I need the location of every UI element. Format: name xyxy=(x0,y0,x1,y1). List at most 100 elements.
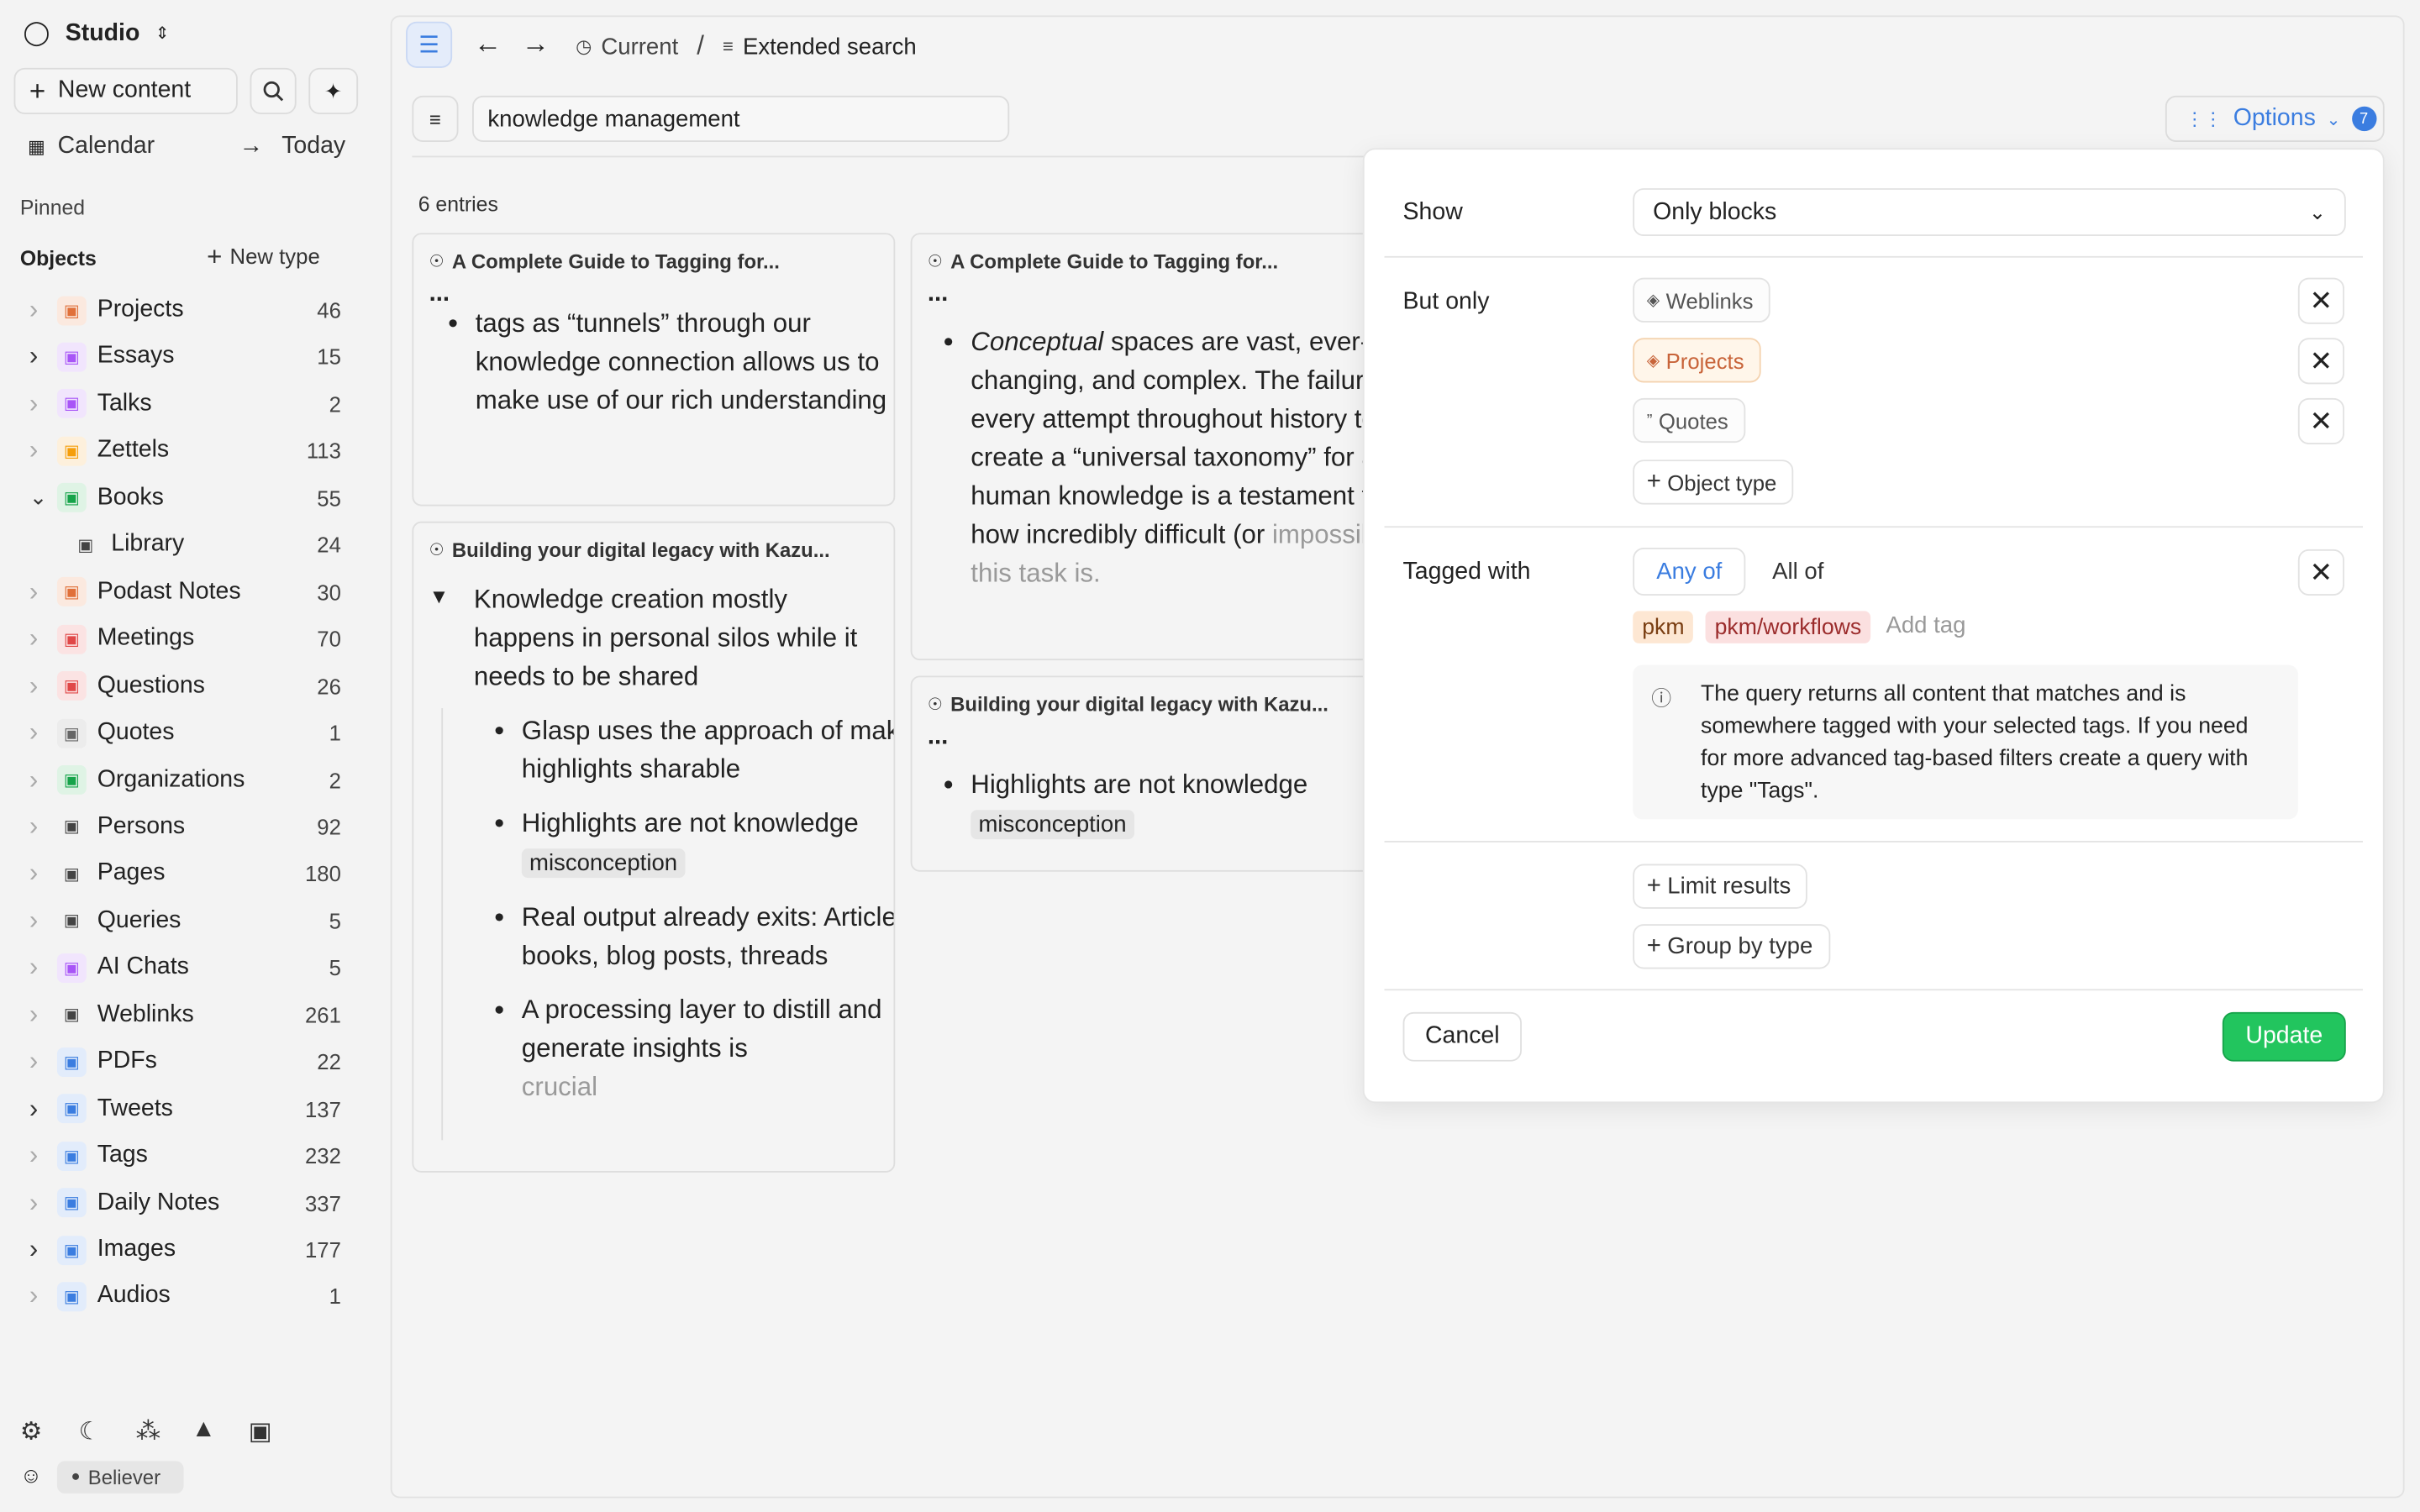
remove-object-type-button[interactable]: ✕ xyxy=(2297,397,2344,444)
object-type-chip[interactable]: ◈ Weblinks xyxy=(1633,277,1770,323)
sidebar-item-talks[interactable]: › ▣ Talks 2 xyxy=(0,381,375,427)
chevron-down-icon[interactable]: ⌄ xyxy=(29,485,48,511)
user-icon[interactable]: ☺ xyxy=(20,1462,42,1487)
chevron-right-icon[interactable]: › xyxy=(29,1000,45,1031)
chevron-right-icon[interactable]: › xyxy=(29,1234,45,1265)
search-button[interactable] xyxy=(250,67,297,114)
collapse-triangle-icon[interactable]: ▼ xyxy=(429,585,450,608)
sidebar-item-label: Organizations xyxy=(97,765,245,793)
chevron-right-icon[interactable]: › xyxy=(29,1140,45,1171)
tag-chip[interactable]: pkm xyxy=(1633,611,1694,643)
remove-object-type-button[interactable]: ✕ xyxy=(2297,277,2344,324)
new-content-button[interactable]: + New content xyxy=(13,67,238,114)
sidebar-item-count: 2 xyxy=(329,391,341,417)
chevron-right-icon[interactable]: › xyxy=(29,811,45,843)
sidebar-item-pdfs[interactable]: › ▣ PDFs 22 xyxy=(0,1038,375,1084)
chevron-right-icon[interactable]: › xyxy=(29,1094,45,1125)
sidebar-item-images[interactable]: › ▣ Images 177 xyxy=(0,1226,375,1273)
ai-sparkle-button[interactable]: ✦ xyxy=(308,67,359,114)
today-link[interactable]: → Today xyxy=(239,133,346,160)
query-type-button[interactable]: ≡ xyxy=(412,95,459,142)
limit-results-button[interactable]: + Limit results xyxy=(1633,864,1808,909)
sidebar-item-count: 177 xyxy=(305,1237,341,1263)
settings-icon[interactable]: ⚙ xyxy=(20,1416,42,1447)
plus-icon: + xyxy=(1646,872,1661,899)
sidebar-item-quotes[interactable]: › ▣ Quotes 1 xyxy=(0,710,375,756)
chevron-right-icon[interactable]: › xyxy=(29,764,45,795)
all-of-toggle[interactable]: All of xyxy=(1750,548,1846,596)
sidebar-item-organizations[interactable]: › ▣ Organizations 2 xyxy=(0,757,375,803)
sidebar-item-essays[interactable]: › ▣ Essays 15 xyxy=(0,334,375,381)
chevron-right-icon[interactable]: › xyxy=(29,1187,45,1218)
sidebar-item-weblinks[interactable]: › ▣ Weblinks 261 xyxy=(0,992,375,1038)
sidebar-item-label: Quotes xyxy=(97,718,175,746)
plan-badge[interactable]: ● Believer xyxy=(56,1461,184,1494)
graduation-cap-icon[interactable]: ▲ xyxy=(192,1416,216,1444)
result-card[interactable]: ☉ A Complete Guide to Tagging for... ... … xyxy=(910,233,1405,661)
update-button[interactable]: Update xyxy=(2222,1011,2346,1062)
close-icon: ✕ xyxy=(2309,344,2333,376)
sidebar-item-tweets[interactable]: › ▣ Tweets 137 xyxy=(0,1085,375,1131)
tag-chip[interactable]: pkm/workflows xyxy=(1705,611,1871,643)
chevron-right-icon[interactable]: › xyxy=(29,389,45,420)
result-card[interactable]: ☉ A Complete Guide to Tagging for... ... … xyxy=(412,233,896,507)
add-tag-input[interactable]: Add tag xyxy=(1886,612,1965,638)
chevron-right-icon[interactable]: › xyxy=(29,858,45,890)
library-icon: ▣ xyxy=(77,536,94,555)
sidebar-item-books[interactable]: ⌄ ▣ Books 55 xyxy=(0,475,375,521)
tag-icon: ▣ xyxy=(56,1141,87,1171)
sidebar-item-podast-notes[interactable]: › ▣ Podast Notes 30 xyxy=(0,569,375,615)
object-type-chip[interactable]: ◈ Projects xyxy=(1633,338,1761,383)
object-type-chip[interactable]: ” Quotes xyxy=(1633,397,1745,444)
sidebar-item-daily-notes[interactable]: › ▣ Daily Notes 337 xyxy=(0,1179,375,1226)
sidebar-item-persons[interactable]: › ▣ Persons 92 xyxy=(0,804,375,850)
group-by-type-button[interactable]: + Group by type xyxy=(1633,924,1830,969)
chevron-right-icon[interactable]: › xyxy=(29,436,45,467)
back-button[interactable]: ← xyxy=(474,28,502,60)
remove-object-type-button[interactable]: ✕ xyxy=(2297,338,2344,385)
lightbulb-icon: ▣ xyxy=(56,436,87,466)
add-object-type-button[interactable]: + Object type xyxy=(1633,459,1794,505)
sidebar-toggle-button[interactable]: ☰ xyxy=(406,21,453,68)
card-title-text: Building your digital legacy with Kazu..… xyxy=(451,538,830,562)
forward-button[interactable]: → xyxy=(522,28,550,60)
accessibility-icon[interactable]: ⁂ xyxy=(136,1416,160,1447)
result-card[interactable]: ☉ Building your digital legacy with Kazu.… xyxy=(412,521,896,1173)
result-card[interactable]: ☉ Building your digital legacy with Kazu.… xyxy=(910,675,1405,872)
chevron-right-icon[interactable]: › xyxy=(29,717,45,748)
chevron-right-icon[interactable]: › xyxy=(29,670,45,701)
search-input[interactable] xyxy=(472,95,1010,142)
sidebar-item-tags[interactable]: › ▣ Tags 232 xyxy=(0,1132,375,1179)
moon-icon[interactable]: ☾ xyxy=(79,1416,101,1447)
chevron-right-icon[interactable]: › xyxy=(29,576,45,607)
sidebar-item-zettels[interactable]: › ▣ Zettels 113 xyxy=(0,428,375,474)
chevron-right-icon[interactable]: › xyxy=(29,906,45,937)
chevron-right-icon[interactable]: › xyxy=(29,953,45,984)
sidebar-item-queries[interactable]: › ▣ Queries 5 xyxy=(0,898,375,944)
globe-icon: ☉ xyxy=(429,541,445,560)
sidebar-item-projects[interactable]: › ▣ Projects 46 xyxy=(0,287,375,333)
breadcrumb-current[interactable]: Current xyxy=(601,33,678,59)
lightbulb-icon: ◯ xyxy=(23,19,50,47)
options-button[interactable]: ⋮⋮ Options ⌄ 7 xyxy=(2165,95,2385,142)
calendar-link[interactable]: ▦ Calendar xyxy=(28,133,155,160)
cancel-button[interactable]: Cancel xyxy=(1402,1011,1522,1062)
sidebar-item-ai-chats[interactable]: › ▣ AI Chats 5 xyxy=(0,945,375,991)
remove-tags-button[interactable]: ✕ xyxy=(2297,549,2344,596)
sidebar-item-pages[interactable]: › ▣ Pages 180 xyxy=(0,851,375,897)
chevron-right-icon[interactable]: › xyxy=(29,342,45,373)
sidebar-item-library[interactable]: ▣ Library 24 xyxy=(0,522,375,568)
chevron-right-icon[interactable]: › xyxy=(29,1047,45,1078)
sidebar-item-meetings[interactable]: › ▣ Meetings 70 xyxy=(0,616,375,662)
sidebar-item-questions[interactable]: › ▣ Questions 26 xyxy=(0,663,375,709)
chevron-right-icon[interactable]: › xyxy=(29,623,45,654)
new-type-button[interactable]: + New type xyxy=(207,244,320,270)
chevron-right-icon[interactable]: › xyxy=(29,295,45,326)
info-box: ⓘ The query returns all content that mat… xyxy=(1633,664,2298,820)
any-of-toggle[interactable]: Any of xyxy=(1633,548,1746,596)
workspace-switcher[interactable]: ◯ Studio ⇕ xyxy=(24,18,170,48)
inbox-icon[interactable]: ▣ xyxy=(249,1416,272,1447)
chevron-right-icon[interactable]: › xyxy=(29,1281,45,1312)
sidebar-item-audios[interactable]: › ▣ Audios 1 xyxy=(0,1273,375,1320)
show-select[interactable]: Only blocks ⌄ xyxy=(1633,188,2346,237)
